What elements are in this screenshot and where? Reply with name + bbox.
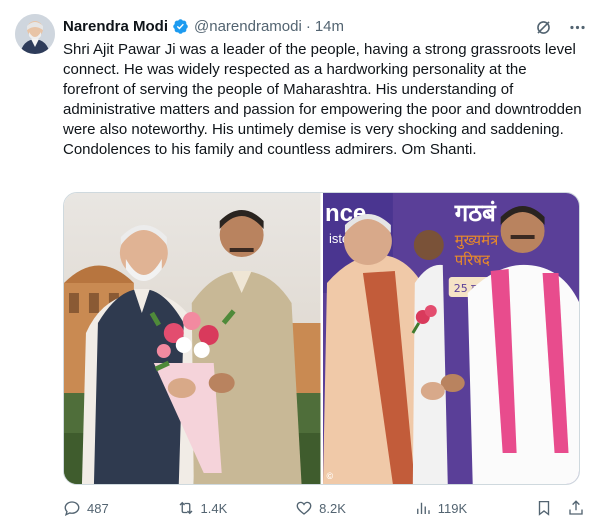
photo-left[interactable] [64,193,321,484]
banner-text-hindi-1: गठबं [453,199,496,227]
verified-badge-icon [172,18,189,35]
repost-icon [179,501,193,515]
like-button[interactable]: 8.2K [295,499,346,517]
separator-dot: · [305,17,311,35]
more-icon[interactable] [567,17,587,37]
tweet-actions: 487 1.4K 8.2K 119K [63,498,585,518]
reply-button[interactable]: 487 [63,499,109,517]
avatar[interactable] [15,14,55,54]
repost-button[interactable]: 1.4K [177,499,228,517]
tweet[interactable]: Narendra Modi @narendramodi · 14m Shri A… [0,0,613,527]
share-icon [569,500,583,515]
like-count: 8.2K [319,500,346,516]
reply-count: 487 [87,500,109,516]
photo-watermark: © [326,471,334,481]
bookmark-button[interactable] [535,499,553,517]
grok-icon[interactable] [533,17,553,37]
tweet-text: Shri Ajit Pawar Ji was a leader of the p… [63,41,582,158]
tweet-secondary-actions [535,499,585,517]
share-button[interactable] [567,499,585,517]
banner-text-hindi-2: मुख्यमंत्र [454,231,498,250]
views-icon [416,502,430,514]
tweet-header: Narendra Modi @narendramodi · 14m [63,15,344,37]
reply-icon [64,501,80,517]
banner-text-hindi-3: परिषद [454,251,490,269]
views-count: 119K [437,500,468,516]
author-name[interactable]: Narendra Modi [63,18,168,35]
repost-count: 1.4K [200,500,228,516]
tweet-media[interactable]: nce ister गठबं मुख्यमंत्र परिषद 25 मई © [63,192,580,485]
photo-right[interactable]: nce ister गठबं मुख्यमंत्र परिषद 25 मई © [322,193,579,484]
bookmark-icon [538,500,550,516]
tweet-top-actions [533,17,587,37]
timestamp[interactable]: 14m [315,18,344,35]
author-handle[interactable]: @narendramodi [194,18,302,35]
views-button[interactable]: 119K [414,499,467,517]
like-icon [296,501,312,515]
